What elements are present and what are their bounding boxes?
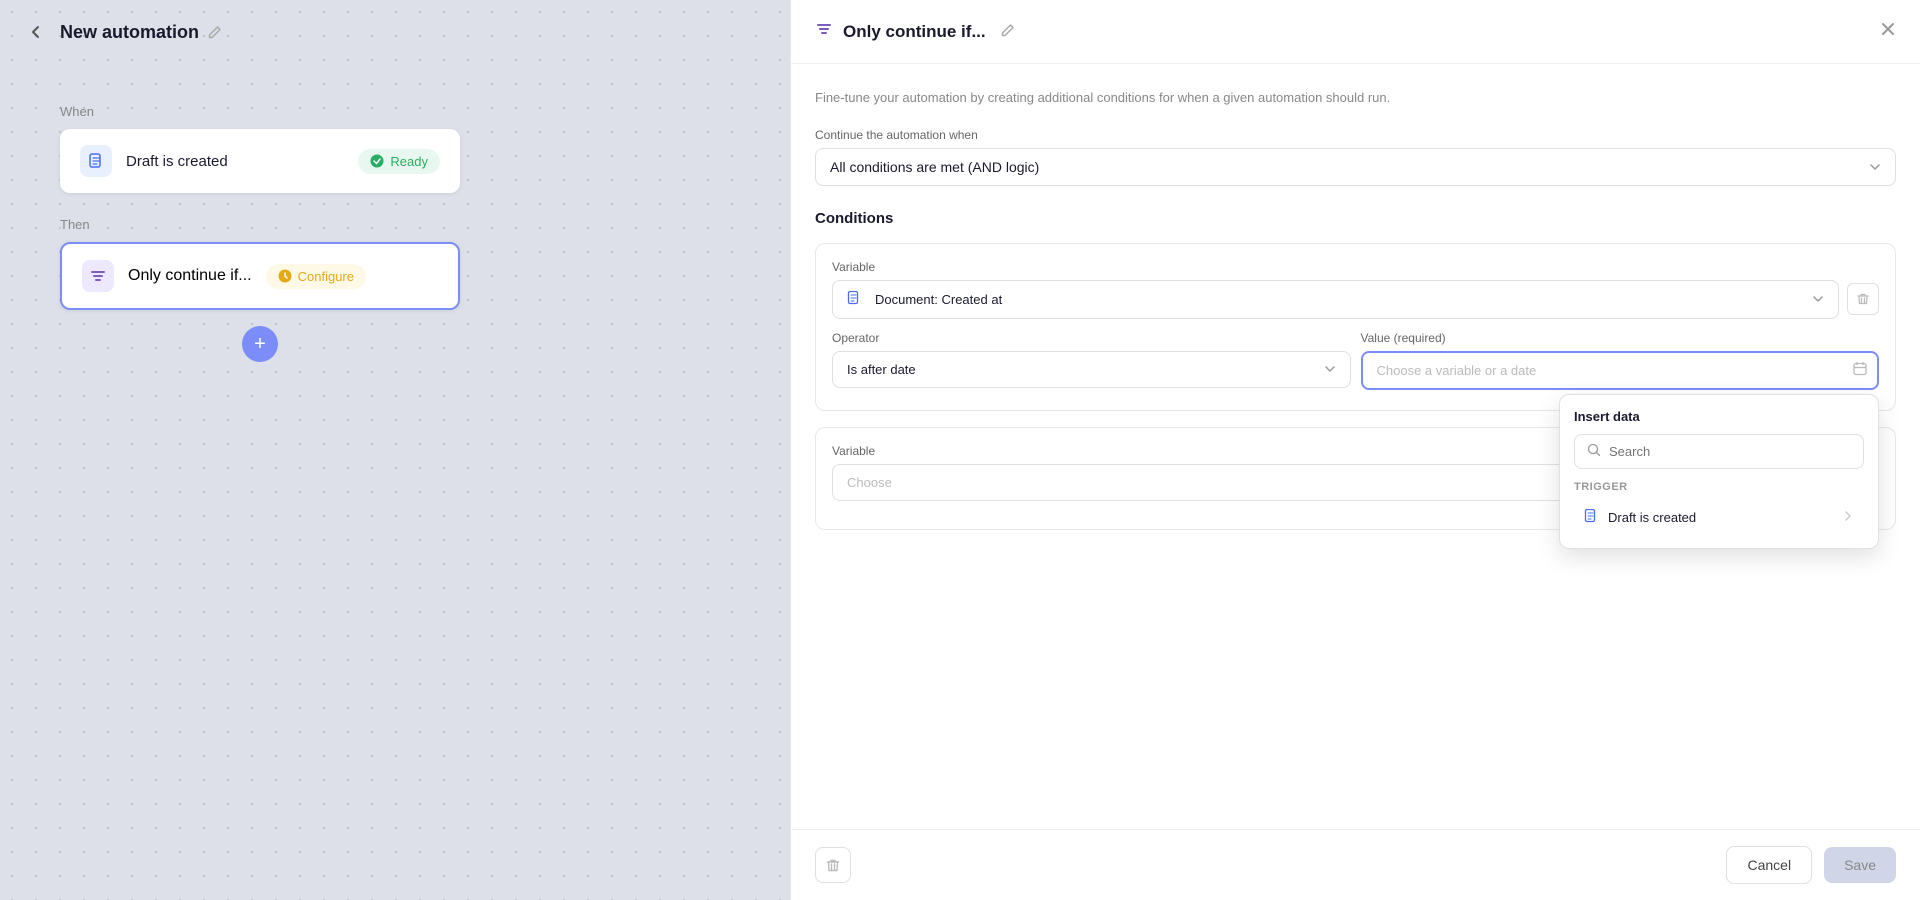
insert-data-dropdown: Insert data Trigger <box>1559 394 1879 549</box>
variable-doc-icon <box>847 291 861 308</box>
trigger-card[interactable]: Draft is created Ready <box>60 129 460 193</box>
save-button[interactable]: Save <box>1824 847 1896 883</box>
then-section: Then Only continue if... Configure + <box>60 217 730 362</box>
when-section: When Draft is created Ready <box>60 104 730 193</box>
footer-delete-button[interactable] <box>815 847 851 883</box>
panel-description: Fine-tune your automation by creating ad… <box>815 88 1896 108</box>
panel-header: Only continue if... <box>791 0 1920 64</box>
delete-condition-button-1[interactable] <box>1847 283 1879 315</box>
variable-value-1: Document: Created at <box>875 292 1002 307</box>
variable-label-1: Variable <box>832 260 1879 274</box>
continue-select[interactable]: All conditions are met (AND logic) <box>815 148 1896 186</box>
panel-title: Only continue if... <box>843 22 986 42</box>
close-panel-button[interactable] <box>1880 20 1896 43</box>
canvas-panel: New automation When Draft is created <box>0 0 790 900</box>
then-label-text: Only continue if... <box>128 267 252 285</box>
operator-value: Is after date <box>847 362 916 377</box>
dropdown-doc-icon <box>1584 509 1598 526</box>
continue-label: Continue the automation when <box>815 128 1896 142</box>
calendar-icon <box>1853 362 1867 379</box>
add-step-button[interactable]: + <box>242 326 278 362</box>
chevron-right-icon <box>1842 509 1854 525</box>
canvas-area: When Draft is created Ready <box>0 64 790 402</box>
trigger-label: Draft is created <box>126 153 344 170</box>
back-button[interactable] <box>20 16 52 48</box>
panel-filter-icon <box>815 20 833 43</box>
cancel-button[interactable]: Cancel <box>1726 846 1812 884</box>
panel-edit-button[interactable] <box>1000 23 1015 41</box>
value-input-wrapper <box>1361 351 1880 390</box>
then-card[interactable]: Only continue if... Configure <box>60 242 460 310</box>
then-label: Then <box>60 217 730 232</box>
condition-row-1: Document: Created at <box>832 280 1879 319</box>
operator-select[interactable]: Is after date <box>832 351 1351 388</box>
variable-select-1[interactable]: Document: Created at <box>832 280 1839 319</box>
variable-placeholder-2: Choose <box>847 475 892 490</box>
trigger-item[interactable]: Draft is created <box>1574 501 1864 534</box>
panel-footer: Cancel Save <box>791 829 1920 900</box>
trigger-item-label: Draft is created <box>1608 510 1696 525</box>
value-input[interactable] <box>1361 351 1880 390</box>
trigger-section-label: Trigger <box>1574 481 1864 493</box>
operator-label: Operator <box>832 331 1351 345</box>
when-label: When <box>60 104 730 119</box>
search-icon <box>1587 443 1601 460</box>
search-box <box>1574 434 1864 469</box>
configure-badge: Configure <box>266 264 366 289</box>
ready-badge: Ready <box>358 149 440 174</box>
search-input[interactable] <box>1609 444 1851 459</box>
value-label: Value (required) <box>1361 331 1880 345</box>
panel-body: Fine-tune your automation by creating ad… <box>791 64 1920 829</box>
operator-row: Operator Is after date Value (required) <box>832 331 1879 390</box>
filter-icon <box>82 260 114 292</box>
top-bar: New automation <box>0 0 790 64</box>
doc-icon <box>80 145 112 177</box>
conditions-title: Conditions <box>815 210 1896 227</box>
condition-block-1: Variable Document: Created at <box>815 243 1896 411</box>
continue-value: All conditions are met (AND logic) <box>830 159 1039 175</box>
edit-title-button[interactable] <box>207 25 222 40</box>
right-panel: Only continue if... Fine-tune your autom… <box>790 0 1920 900</box>
page-title: New automation <box>60 22 199 43</box>
insert-data-title: Insert data <box>1574 409 1864 424</box>
